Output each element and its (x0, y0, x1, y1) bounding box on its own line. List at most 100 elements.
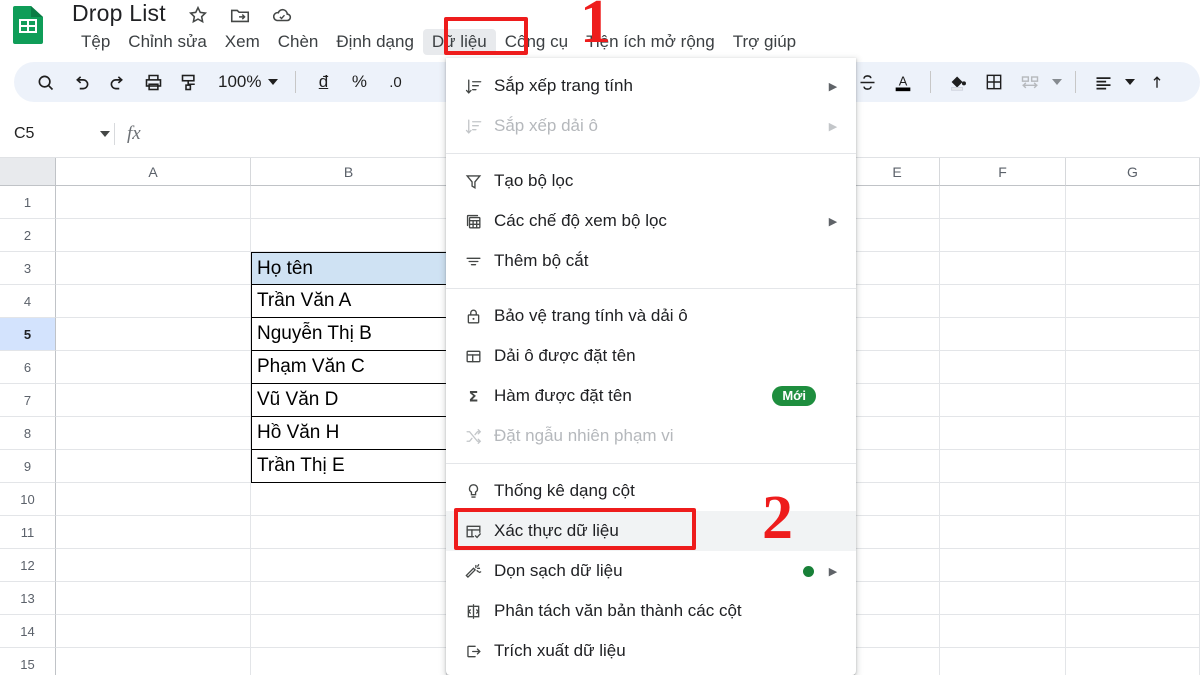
cell-E6[interactable] (855, 351, 940, 384)
cell-E13[interactable] (855, 582, 940, 615)
cell-A3[interactable] (56, 252, 251, 285)
cell-B5[interactable]: Nguyễn Thị B (251, 318, 447, 351)
text-color-icon[interactable]: A (886, 67, 920, 97)
cell-G2[interactable] (1066, 219, 1200, 252)
cell-A4[interactable] (56, 285, 251, 318)
menu-option-split-text[interactable]: Phân tách văn bản thành các cột (446, 591, 856, 631)
cell-G8[interactable] (1066, 417, 1200, 450)
redo-icon[interactable] (100, 67, 134, 97)
cell-F2[interactable] (940, 219, 1066, 252)
menu-option-extract-data[interactable]: Trích xuất dữ liệu (446, 631, 856, 671)
cell-G9[interactable] (1066, 450, 1200, 483)
menu-option-slicer[interactable]: Thêm bộ cắt (446, 241, 856, 281)
row-header-5[interactable]: 5 (0, 318, 56, 351)
row-header-3[interactable]: 3 (0, 252, 56, 285)
menu-item-format[interactable]: Định dạng (327, 29, 423, 55)
cell-E5[interactable] (855, 318, 940, 351)
search-icon[interactable] (28, 67, 62, 97)
cell-B14[interactable] (251, 615, 447, 648)
cell-B3[interactable]: Họ tên (251, 252, 447, 285)
row-header-11[interactable]: 11 (0, 516, 56, 549)
row-header-2[interactable]: 2 (0, 219, 56, 252)
row-header-1[interactable]: 1 (0, 186, 56, 219)
cell-B1[interactable] (251, 186, 447, 219)
column-header-e[interactable]: E (855, 158, 940, 186)
cell-E15[interactable] (855, 648, 940, 675)
menu-item-file[interactable]: Tệp (72, 29, 119, 55)
cell-B10[interactable] (251, 483, 447, 516)
cell-F12[interactable] (940, 549, 1066, 582)
cell-G13[interactable] (1066, 582, 1200, 615)
cell-F8[interactable] (940, 417, 1066, 450)
cell-A7[interactable] (56, 384, 251, 417)
cell-E7[interactable] (855, 384, 940, 417)
menu-item-extensions[interactable]: Tiện ích mở rộng (577, 29, 724, 55)
cell-G1[interactable] (1066, 186, 1200, 219)
cell-F15[interactable] (940, 648, 1066, 675)
cell-F14[interactable] (940, 615, 1066, 648)
cell-B11[interactable] (251, 516, 447, 549)
menu-option-column-stats[interactable]: Thống kê dạng cột (446, 471, 856, 511)
menu-item-data[interactable]: Dữ liệu (422, 29, 496, 55)
row-header-9[interactable]: 9 (0, 450, 56, 483)
cell-A5[interactable] (56, 318, 251, 351)
cell-B12[interactable] (251, 549, 447, 582)
column-header-b[interactable]: B (251, 158, 447, 186)
cell-G12[interactable] (1066, 549, 1200, 582)
cell-E2[interactable] (855, 219, 940, 252)
cell-B2[interactable] (251, 219, 447, 252)
cell-G15[interactable] (1066, 648, 1200, 675)
column-header-f[interactable]: F (940, 158, 1066, 186)
currency-format-button[interactable]: đ (306, 67, 340, 97)
menu-item-view[interactable]: Xem (216, 29, 269, 55)
document-title[interactable]: Drop List (72, 0, 166, 27)
column-header-a[interactable]: A (56, 158, 251, 186)
cell-F9[interactable] (940, 450, 1066, 483)
cell-A10[interactable] (56, 483, 251, 516)
menu-option-filter-views[interactable]: Các chế độ xem bộ lọc ▶ (446, 201, 856, 241)
paint-format-icon[interactable] (172, 67, 206, 97)
horizontal-align-icon[interactable] (1086, 67, 1120, 97)
cell-E12[interactable] (855, 549, 940, 582)
menu-option-sigma[interactable]: Σ Hàm được đặt tên Mới (446, 376, 856, 416)
row-header-15[interactable]: 15 (0, 648, 56, 675)
merge-cells-icon[interactable] (1013, 67, 1047, 97)
cell-E3[interactable] (855, 252, 940, 285)
cell-G4[interactable] (1066, 285, 1200, 318)
cell-E4[interactable] (855, 285, 940, 318)
horizontal-align-chevron-down-icon[interactable] (1122, 67, 1138, 97)
decrease-decimal-button[interactable]: .0 (378, 67, 412, 97)
row-header-10[interactable]: 10 (0, 483, 56, 516)
cell-B13[interactable] (251, 582, 447, 615)
cell-A8[interactable] (56, 417, 251, 450)
cell-E10[interactable] (855, 483, 940, 516)
cell-G11[interactable] (1066, 516, 1200, 549)
cell-A2[interactable] (56, 219, 251, 252)
cell-B9[interactable]: Trần Thị E (251, 450, 447, 483)
menu-option-data-cleanup[interactable]: Dọn sạch dữ liệu ▶ (446, 551, 856, 591)
cell-B7[interactable]: Vũ Văn D (251, 384, 447, 417)
cell-G10[interactable] (1066, 483, 1200, 516)
vertical-align-icon[interactable] (1140, 67, 1174, 97)
cell-F5[interactable] (940, 318, 1066, 351)
menu-item-tools[interactable]: Công cụ (496, 29, 577, 55)
cell-G14[interactable] (1066, 615, 1200, 648)
column-header-g[interactable]: G (1066, 158, 1200, 186)
row-header-8[interactable]: 8 (0, 417, 56, 450)
cell-E11[interactable] (855, 516, 940, 549)
menu-option-sort-sheet[interactable]: Sắp xếp trang tính ▶ (446, 66, 856, 106)
menu-option-lock[interactable]: Bảo vệ trang tính và dải ô (446, 296, 856, 336)
merge-cells-chevron-down-icon[interactable] (1049, 67, 1065, 97)
cell-A6[interactable] (56, 351, 251, 384)
cell-G3[interactable] (1066, 252, 1200, 285)
menu-item-edit[interactable]: Chỉnh sửa (119, 29, 215, 55)
menu-item-help[interactable]: Trợ giúp (724, 29, 805, 55)
cell-F6[interactable] (940, 351, 1066, 384)
cell-A9[interactable] (56, 450, 251, 483)
cell-G7[interactable] (1066, 384, 1200, 417)
print-icon[interactable] (136, 67, 170, 97)
cell-A13[interactable] (56, 582, 251, 615)
borders-icon[interactable] (977, 67, 1011, 97)
cell-E8[interactable] (855, 417, 940, 450)
zoom-level-selector[interactable]: 100% (208, 67, 285, 97)
